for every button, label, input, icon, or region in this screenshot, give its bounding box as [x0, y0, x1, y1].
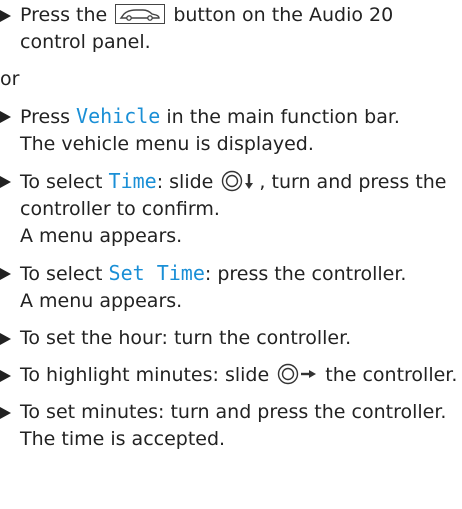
step-result: The time is accepted. [20, 428, 226, 450]
keyword-vehicle: Vehicle [76, 104, 161, 128]
step-set-hour: To set the hour: turn the controller. [0, 325, 462, 352]
step-text: To select [20, 263, 109, 285]
bullet-arrow-icon [0, 111, 11, 123]
step-text: Press the [20, 4, 108, 26]
bullet-arrow-icon [0, 10, 11, 22]
step-text: To highlight minutes: slide [20, 364, 270, 386]
step-text: in the main function bar. [160, 106, 400, 128]
step-text: To select [20, 171, 109, 193]
step-text: the controller. [319, 364, 458, 386]
step-text: : press the controller. [204, 263, 407, 285]
bullet-arrow-icon [0, 268, 11, 280]
step-result: The vehicle menu is displayed. [20, 133, 314, 155]
step-select-set-time: To select Set Time: press the controller… [0, 260, 462, 315]
step-text: : slide [156, 171, 214, 193]
step-select-time: To select Time: slide , turn and press t… [0, 168, 462, 250]
step-text: To set minutes: turn and press the contr… [20, 401, 447, 423]
keyword-set-time: Set Time [108, 261, 205, 285]
step-result: A menu appears. [20, 290, 183, 312]
bullet-arrow-icon [0, 370, 11, 382]
step-press-car-button: Press the button on the Audio 20 control… [0, 2, 462, 56]
keyword-time: Time [108, 169, 157, 193]
instruction-page: Press the button on the Audio 20 control… [0, 0, 462, 509]
controller-slide-right-icon [277, 363, 319, 385]
step-result: A menu appears. [20, 225, 183, 247]
step-press-vehicle: Press Vehicle in the main function bar. … [0, 103, 462, 158]
car-button-icon [115, 4, 166, 24]
step-highlight-minutes: To highlight minutes: slide the controll… [0, 362, 462, 389]
or-separator: or [0, 68, 20, 90]
bullet-arrow-icon [0, 407, 11, 419]
step-text: To set the hour: turn the controller. [20, 327, 352, 349]
step-set-minutes: To set minutes: turn and press the contr… [0, 399, 462, 453]
step-text: Press [20, 106, 77, 128]
bullet-arrow-icon [0, 333, 11, 345]
controller-slide-down-icon [221, 170, 259, 192]
bullet-arrow-icon [0, 176, 11, 188]
